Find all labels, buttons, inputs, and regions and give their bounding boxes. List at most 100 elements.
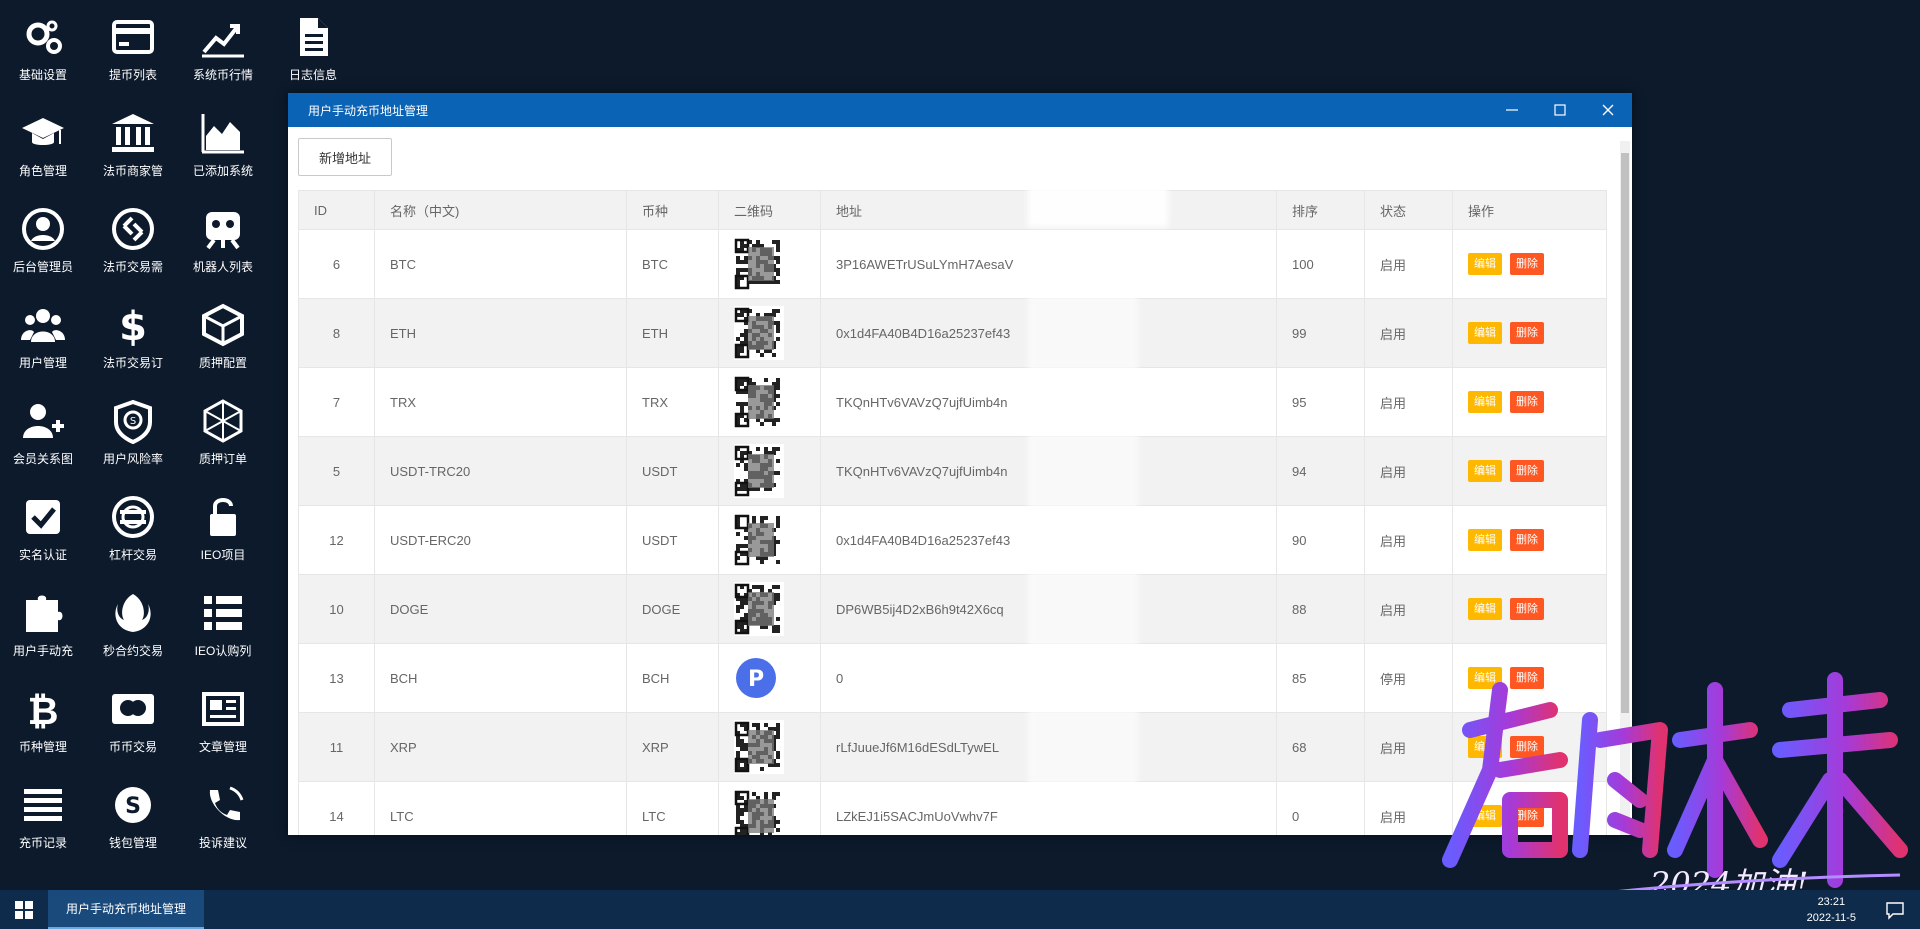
minimize-button[interactable] xyxy=(1488,93,1536,127)
desktop-icon[interactable]: 质押订单 xyxy=(180,396,266,488)
desktop-icon[interactable]: IEO认购列 xyxy=(180,588,266,680)
desktop-icon[interactable]: IEO项目 xyxy=(180,492,266,584)
edit-button[interactable]: 编辑 xyxy=(1468,253,1502,275)
desktop-icon[interactable]: 用户管理 xyxy=(0,300,86,392)
column-header: 排序 xyxy=(1276,190,1365,230)
desktop-icon[interactable]: 币币交易 xyxy=(90,684,176,776)
desktop-icon-label: 会员关系图 xyxy=(12,452,73,466)
cell-name: BTC xyxy=(374,229,627,299)
qr-code-image xyxy=(734,306,784,360)
table-row: 8 ETH ETH 0x1d4FA40B4D16a25237ef43 99 启用 编辑 删除 xyxy=(298,298,1607,368)
cell-qr xyxy=(718,367,821,437)
unlock-icon xyxy=(198,492,248,542)
desktop-icon[interactable]: 实名认证 xyxy=(0,492,86,584)
cell-actions: 编辑 删除 xyxy=(1452,505,1607,575)
cell-qr xyxy=(718,574,821,644)
vertical-scrollbar[interactable] xyxy=(1620,141,1630,835)
desktop-icon[interactable]: S 钱包管理 xyxy=(90,780,176,872)
delete-button[interactable]: 删除 xyxy=(1510,391,1544,413)
desktop-icon-label: 文章管理 xyxy=(198,740,247,754)
delete-button[interactable]: 删除 xyxy=(1510,460,1544,482)
desktop-icon[interactable]: ₿ 币种管理 xyxy=(0,684,86,776)
cell-id: 14 xyxy=(298,781,375,835)
desktop-icon[interactable]: 杠杆交易 xyxy=(90,492,176,584)
table-row: 12 USDT-ERC20 USDT 0x1d4FA40B4D16a25237ef43… xyxy=(298,505,1607,575)
cell-sort: 99 xyxy=(1276,298,1365,368)
svg-text:S: S xyxy=(130,416,136,427)
delete-button[interactable]: 删除 xyxy=(1510,805,1544,827)
delete-button[interactable]: 删除 xyxy=(1510,667,1544,689)
cell-status: 启用 xyxy=(1364,367,1453,437)
desktop-icon-label: 法币交易订 xyxy=(102,356,163,370)
coin-icon xyxy=(108,492,158,542)
desktop-icon[interactable]: 质押配置 xyxy=(180,300,266,392)
cell-status: 启用 xyxy=(1364,574,1453,644)
edit-button[interactable]: 编辑 xyxy=(1468,805,1502,827)
users-icon xyxy=(18,300,68,350)
desktop-icon[interactable]: 系统币行情 xyxy=(180,12,266,104)
desktop-icon[interactable]: $ 法币交易订 xyxy=(90,300,176,392)
notification-icon[interactable] xyxy=(1884,899,1906,921)
desktop-icon[interactable]: 角色管理 xyxy=(0,108,86,200)
desktop-icon[interactable]: 用户手动充 xyxy=(0,588,86,680)
cell-sort: 88 xyxy=(1276,574,1365,644)
svg-text:$: $ xyxy=(119,304,147,348)
edit-button[interactable]: 编辑 xyxy=(1468,667,1502,689)
delete-button[interactable]: 删除 xyxy=(1510,253,1544,275)
add-address-button[interactable]: 新增地址 xyxy=(298,138,392,176)
desktop-icon-label: 秒合约交易 xyxy=(102,644,163,658)
desktop-icon[interactable]: 提币列表 xyxy=(90,12,176,104)
delete-button[interactable]: 删除 xyxy=(1510,322,1544,344)
cell-id: 11 xyxy=(298,712,375,782)
desktop-icon[interactable]: 机器人列表 xyxy=(180,204,266,296)
desktop-icon[interactable]: S 用户风险率 xyxy=(90,396,176,488)
clock[interactable]: 23:21 2022-11-5 xyxy=(1807,894,1856,926)
edit-button[interactable]: 编辑 xyxy=(1468,391,1502,413)
cell-coin: USDT xyxy=(626,436,719,506)
qr-code-image: P xyxy=(734,651,784,705)
desktop-icon[interactable]: 后台管理员 xyxy=(0,204,86,296)
delete-button[interactable]: 删除 xyxy=(1510,736,1544,758)
cell-id: 7 xyxy=(298,367,375,437)
scrollbar-thumb[interactable] xyxy=(1621,153,1629,713)
desktop-icon[interactable]: 法币商家管 xyxy=(90,108,176,200)
taskbar-item-address-manager[interactable]: 用户手动充币地址管理 xyxy=(48,890,205,929)
desktop-icon[interactable]: 基础设置 xyxy=(0,12,86,104)
clock-date: 2022-11-5 xyxy=(1806,912,1856,924)
mastercard-icon xyxy=(108,684,158,734)
maximize-button[interactable] xyxy=(1536,93,1584,127)
desktop-icon[interactable]: 秒合约交易 xyxy=(90,588,176,680)
exchange-icon xyxy=(108,204,158,254)
desktop-icon[interactable]: 文章管理 xyxy=(180,684,266,776)
desktop-icon[interactable]: 已添加系统 xyxy=(180,108,266,200)
card-icon xyxy=(108,12,158,62)
desktop-icon-label: 基础设置 xyxy=(18,68,67,82)
edit-button[interactable]: 编辑 xyxy=(1468,598,1502,620)
edit-button[interactable]: 编辑 xyxy=(1468,322,1502,344)
desktop-icon[interactable]: 法币交易需 xyxy=(90,204,176,296)
desktop-icon[interactable]: 会员关系图 xyxy=(0,396,86,488)
cell-status: 启用 xyxy=(1364,505,1453,575)
window-titlebar[interactable]: 用户手动充币地址管理 xyxy=(288,93,1632,127)
close-button[interactable] xyxy=(1584,93,1632,127)
desktop-icon-label: 提币列表 xyxy=(108,68,157,82)
qr-code-image xyxy=(734,720,784,774)
cell-sort: 95 xyxy=(1276,367,1365,437)
hexagon-icon xyxy=(198,396,248,446)
delete-button[interactable]: 删除 xyxy=(1510,529,1544,551)
edit-button[interactable]: 编辑 xyxy=(1468,460,1502,482)
delete-button[interactable]: 删除 xyxy=(1510,598,1544,620)
desktop-icon[interactable]: 日志信息 xyxy=(270,12,356,104)
cell-name: ETH xyxy=(374,298,627,368)
edit-button[interactable]: 编辑 xyxy=(1468,529,1502,551)
start-button[interactable] xyxy=(0,890,48,929)
column-header: 币种 xyxy=(626,190,719,230)
clock-time: 23:21 xyxy=(1817,896,1846,908)
table-row: 5 USDT-TRC20 USDT TKQnHTv6VAVzQ7ujfUimb4n 94… xyxy=(298,436,1607,506)
desktop-icon[interactable]: 投诉建议 xyxy=(180,780,266,872)
desktop-icon-label: 实名认证 xyxy=(18,548,67,562)
edit-button[interactable]: 编辑 xyxy=(1468,736,1502,758)
cell-status: 启用 xyxy=(1364,712,1453,782)
cell-coin: LTC xyxy=(626,781,719,835)
desktop-icon[interactable]: 充币记录 xyxy=(0,780,86,872)
